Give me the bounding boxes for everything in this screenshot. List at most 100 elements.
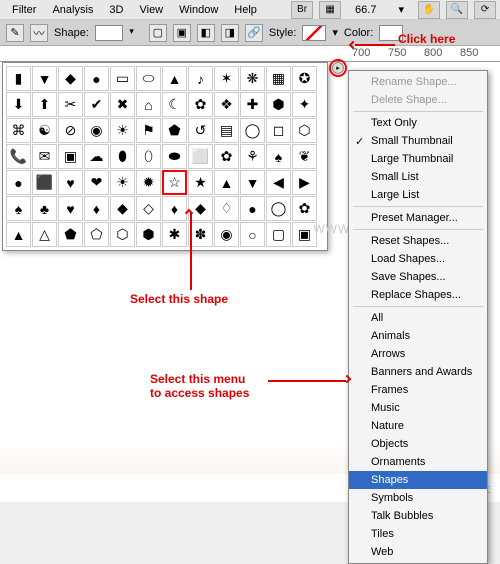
shape-cell[interactable]: ☁ — [84, 144, 109, 169]
shape-cell[interactable]: ✖ — [110, 92, 135, 117]
menu-item[interactable]: Objects — [349, 435, 487, 453]
menu-view[interactable]: View — [131, 2, 171, 18]
shape-cell[interactable]: ✿ — [214, 144, 239, 169]
shape-cell[interactable]: ● — [6, 170, 31, 195]
shape-cell[interactable]: ▲ — [6, 222, 31, 247]
shape-cell[interactable]: ⬜ — [188, 144, 213, 169]
shape-cell[interactable]: ✦ — [292, 92, 317, 117]
shape-cell[interactable]: ▮ — [6, 66, 31, 91]
shape-cell[interactable]: ✿ — [292, 196, 317, 221]
shape-cell[interactable]: ⊘ — [58, 118, 83, 143]
shape-cell[interactable]: ❋ — [240, 66, 265, 91]
shape-cell[interactable]: ★ — [188, 170, 213, 195]
shape-cell[interactable]: ⌘ — [6, 118, 31, 143]
shape-cell[interactable]: ⬡ — [110, 222, 135, 247]
shape-cell[interactable]: ◻ — [266, 118, 291, 143]
shape-cell[interactable]: ⬛ — [32, 170, 57, 195]
menu-item[interactable]: Tiles — [349, 525, 487, 543]
shape-cell[interactable]: ⬬ — [162, 144, 187, 169]
flyout-menu-button[interactable]: ▸ — [332, 62, 344, 74]
shape-cell[interactable]: ▣ — [58, 144, 83, 169]
shape-cell[interactable]: ⬠ — [84, 222, 109, 247]
shape-cell[interactable]: ◀ — [266, 170, 291, 195]
shape-cell[interactable]: ◉ — [214, 222, 239, 247]
mode2-icon[interactable]: ▣ — [173, 24, 191, 42]
zoom-value[interactable]: 66.7 — [347, 2, 384, 18]
history-icon[interactable]: ▦ — [319, 1, 341, 19]
shape-cell[interactable]: ♠ — [266, 144, 291, 169]
shape-cell[interactable]: ♠ — [6, 196, 31, 221]
shape-cell[interactable]: ↺ — [188, 118, 213, 143]
menu-item[interactable]: Web — [349, 543, 487, 561]
shape-cell[interactable]: ▲ — [214, 170, 239, 195]
menu-item[interactable]: Large Thumbnail — [349, 150, 487, 168]
shape-cell[interactable]: ⬇ — [6, 92, 31, 117]
shape-cell[interactable]: ☀ — [110, 170, 135, 195]
shape-cell[interactable]: ❦ — [292, 144, 317, 169]
shape-cell[interactable]: ☀ — [110, 118, 135, 143]
shape-cell[interactable]: ◆ — [58, 66, 83, 91]
shape-cell[interactable]: ✂ — [58, 92, 83, 117]
shape-cell[interactable]: ⬯ — [136, 144, 161, 169]
shape-cell[interactable]: ✪ — [292, 66, 317, 91]
shape-cell[interactable]: ✉ — [32, 144, 57, 169]
zoom-icon[interactable]: 🔍 — [446, 1, 468, 19]
shape-cell[interactable]: ⬟ — [58, 222, 83, 247]
shape-cell[interactable]: ♦ — [84, 196, 109, 221]
shape-cell[interactable]: ☆ — [162, 170, 187, 195]
shape-cell[interactable]: ▦ — [266, 66, 291, 91]
shape-cell[interactable]: △ — [32, 222, 57, 247]
menu-item[interactable]: Banners and Awards — [349, 363, 487, 381]
menu-item[interactable]: Shapes — [349, 471, 487, 489]
shape-cell[interactable]: ⬆ — [32, 92, 57, 117]
shape-cell[interactable]: ▲ — [162, 66, 187, 91]
menu-item[interactable]: Symbols — [349, 489, 487, 507]
menu-item[interactable]: Talk Bubbles — [349, 507, 487, 525]
menu-item[interactable]: Arrows — [349, 345, 487, 363]
menu-item[interactable]: Reset Shapes... — [349, 232, 487, 250]
shape-cell[interactable]: ✚ — [240, 92, 265, 117]
shape-cell[interactable]: ✔ — [84, 92, 109, 117]
shape-cell[interactable]: ⚑ — [136, 118, 161, 143]
menu-analysis[interactable]: Analysis — [44, 2, 101, 18]
menu-item[interactable]: Load Shapes... — [349, 250, 487, 268]
shape-cell[interactable]: ⌂ — [136, 92, 161, 117]
shape-cell[interactable]: ♪ — [188, 66, 213, 91]
menu-item[interactable]: Small List — [349, 168, 487, 186]
shape-cell[interactable]: 📞 — [6, 144, 31, 169]
menu-item[interactable]: Save Shapes... — [349, 268, 487, 286]
shape-cell[interactable]: ▤ — [214, 118, 239, 143]
menu-item[interactable]: Ornaments — [349, 453, 487, 471]
shape-cell[interactable]: ◇ — [136, 196, 161, 221]
shape-cell[interactable]: ☯ — [32, 118, 57, 143]
mode4-icon[interactable]: ◨ — [221, 24, 239, 42]
menu-filter[interactable]: Filter — [4, 2, 44, 18]
pen-tool-icon[interactable]: ✎ — [6, 24, 24, 42]
shape-cell[interactable]: ⬮ — [110, 144, 135, 169]
shape-cell[interactable]: ❤ — [84, 170, 109, 195]
shape-cell[interactable]: ♢ — [214, 196, 239, 221]
shape-cell[interactable]: ● — [84, 66, 109, 91]
mode1-icon[interactable]: ▢ — [149, 24, 167, 42]
menu-item[interactable]: Frames — [349, 381, 487, 399]
shape-cell[interactable]: ◉ — [84, 118, 109, 143]
shape-cell[interactable]: ✱ — [162, 222, 187, 247]
menu-help[interactable]: Help — [226, 2, 265, 18]
shape-cell[interactable]: ⬭ — [136, 66, 161, 91]
menu-item[interactable]: Replace Shapes... — [349, 286, 487, 304]
menu-item[interactable]: Nature — [349, 417, 487, 435]
bridge-icon[interactable]: Br — [291, 1, 313, 19]
shape-cell[interactable]: ▢ — [266, 222, 291, 247]
shape-cell[interactable]: ○ — [240, 222, 265, 247]
shape-cell[interactable]: ⬢ — [266, 92, 291, 117]
shape-cell[interactable]: ⚘ — [240, 144, 265, 169]
style-swatch[interactable] — [302, 25, 326, 41]
menu-window[interactable]: Window — [171, 2, 226, 18]
shape-cell[interactable]: ✶ — [214, 66, 239, 91]
shape-cell[interactable]: ▭ — [110, 66, 135, 91]
shape-cell[interactable]: ▼ — [32, 66, 57, 91]
menu-item[interactable]: Animals — [349, 327, 487, 345]
shape-cell[interactable]: ❖ — [214, 92, 239, 117]
shape-cell[interactable]: ♣ — [32, 196, 57, 221]
link-icon[interactable]: 🔗 — [245, 24, 263, 42]
